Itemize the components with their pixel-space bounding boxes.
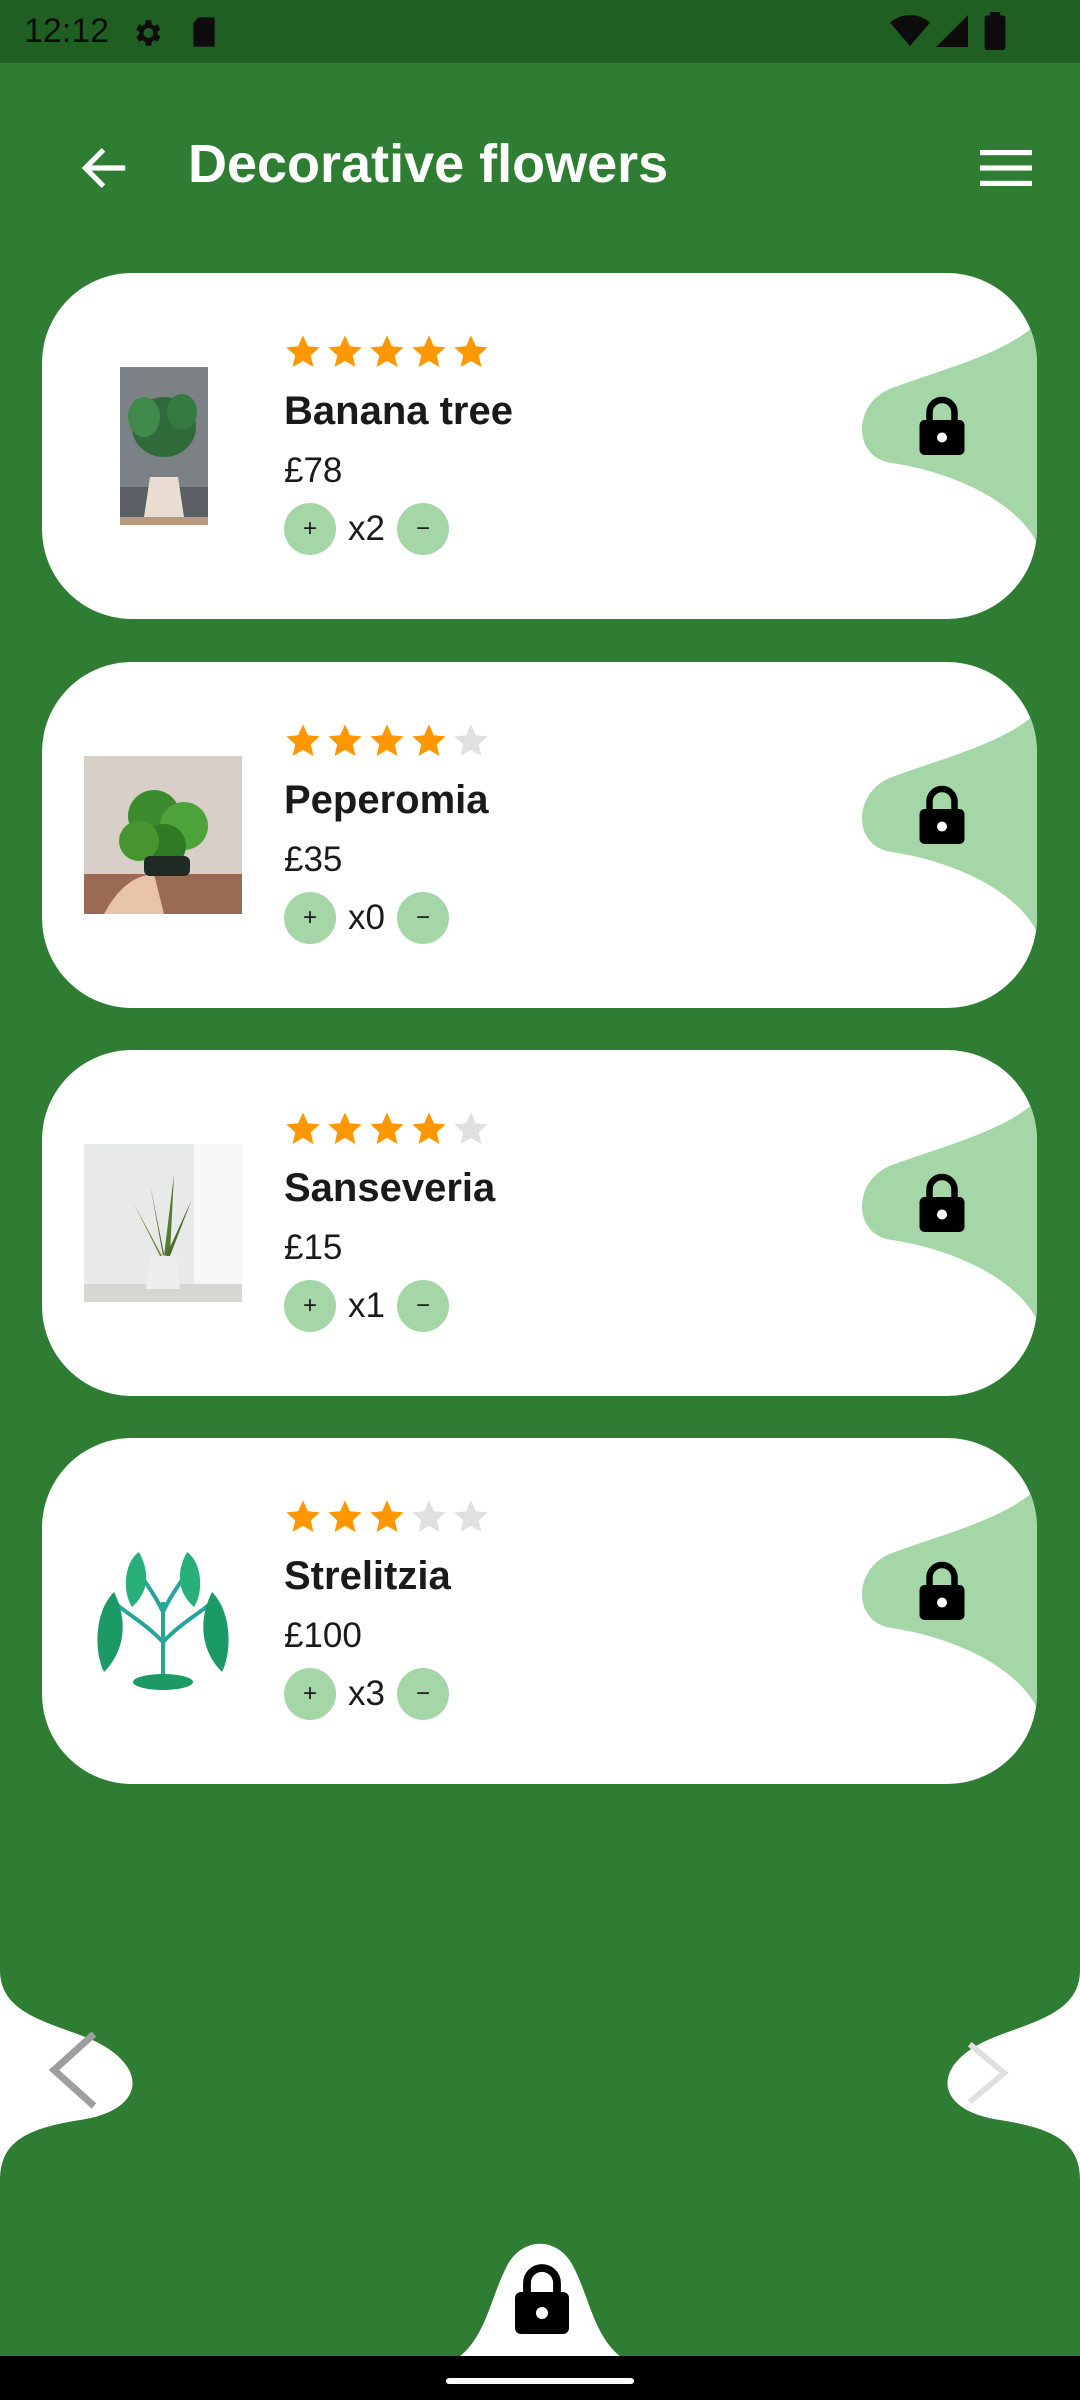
lock-icon[interactable] bbox=[512, 2262, 572, 2334]
product-card[interactable]: Strelitzia £100 + x3 − bbox=[42, 1438, 1037, 1784]
strelitzia-illustration bbox=[84, 1532, 242, 1690]
star-empty-icon bbox=[452, 1498, 490, 1536]
sd-card-icon bbox=[193, 17, 215, 47]
lock-icon[interactable] bbox=[917, 1560, 967, 1620]
product-name: Banana tree bbox=[284, 389, 513, 433]
star-filled-icon bbox=[326, 1498, 364, 1536]
lock-icon[interactable] bbox=[917, 395, 967, 455]
star-empty-icon bbox=[452, 1110, 490, 1148]
star-filled-icon bbox=[410, 1110, 448, 1148]
increment-button[interactable]: + bbox=[284, 892, 336, 944]
quantity-value: x1 bbox=[348, 1286, 385, 1325]
rating-stars bbox=[284, 722, 490, 760]
product-name: Sanseveria bbox=[284, 1166, 496, 1210]
star-filled-icon bbox=[368, 1110, 406, 1148]
product-price: £35 bbox=[284, 840, 343, 879]
star-filled-icon bbox=[284, 1110, 322, 1148]
quantity-stepper: + x0 − bbox=[284, 892, 449, 944]
star-filled-icon bbox=[326, 1110, 364, 1148]
star-filled-icon bbox=[284, 333, 322, 371]
star-filled-icon bbox=[326, 722, 364, 760]
star-empty-icon bbox=[410, 1498, 448, 1536]
product-card[interactable]: Banana tree £78 + x2 − bbox=[42, 273, 1037, 619]
star-filled-icon bbox=[410, 722, 448, 760]
quantity-value: x3 bbox=[348, 1674, 385, 1713]
star-filled-icon bbox=[368, 333, 406, 371]
product-name: Strelitzia bbox=[284, 1554, 451, 1598]
product-name: Peperomia bbox=[284, 778, 489, 822]
chevron-right-icon[interactable] bbox=[964, 2040, 1010, 2106]
snake-plant-image bbox=[84, 1144, 242, 1302]
menu-icon[interactable] bbox=[980, 148, 1032, 188]
star-filled-icon bbox=[284, 1498, 322, 1536]
quantity-value: x2 bbox=[348, 509, 385, 548]
settings-icon bbox=[136, 20, 161, 46]
battery-icon bbox=[984, 12, 1006, 50]
product-price: £100 bbox=[284, 1616, 362, 1655]
pagination-wave bbox=[0, 1970, 1080, 2180]
status-bar: 12:12 bbox=[0, 0, 1080, 63]
decrement-button[interactable]: − bbox=[396, 1280, 449, 1332]
rating-stars bbox=[284, 1498, 490, 1536]
star-filled-icon bbox=[368, 722, 406, 760]
star-filled-icon bbox=[284, 722, 322, 760]
decrement-button[interactable]: − bbox=[396, 503, 449, 555]
product-price: £15 bbox=[284, 1228, 343, 1267]
peperomia-plant-image bbox=[84, 756, 242, 914]
lock-icon[interactable] bbox=[917, 784, 967, 844]
wifi-icon bbox=[890, 15, 930, 46]
chevron-left-icon[interactable] bbox=[46, 2030, 102, 2110]
product-card[interactable]: Sanseveria £15 + x1 − bbox=[42, 1050, 1037, 1396]
product-card[interactable]: Peperomia £35 + x0 − bbox=[42, 662, 1037, 1008]
quantity-value: x0 bbox=[348, 898, 385, 937]
quantity-stepper: + x2 − bbox=[284, 503, 449, 555]
star-filled-icon bbox=[452, 333, 490, 371]
decrement-button[interactable]: − bbox=[396, 1668, 449, 1720]
star-empty-icon bbox=[452, 722, 490, 760]
status-time: 12:12 bbox=[24, 12, 110, 50]
product-price: £78 bbox=[284, 451, 343, 490]
quantity-stepper: + x3 − bbox=[284, 1668, 449, 1720]
decrement-button[interactable]: − bbox=[396, 892, 449, 944]
star-filled-icon bbox=[410, 333, 448, 371]
increment-button[interactable]: + bbox=[284, 1668, 336, 1720]
signal-icon bbox=[936, 15, 968, 47]
increment-button[interactable]: + bbox=[284, 1280, 336, 1332]
home-indicator[interactable] bbox=[446, 2378, 634, 2384]
rating-stars bbox=[284, 1110, 490, 1148]
star-filled-icon bbox=[368, 1498, 406, 1536]
lock-icon[interactable] bbox=[917, 1172, 967, 1232]
star-filled-icon bbox=[326, 333, 364, 371]
rating-stars bbox=[284, 333, 490, 371]
increment-button[interactable]: + bbox=[284, 503, 336, 555]
monstera-plant-image bbox=[84, 367, 242, 525]
quantity-stepper: + x1 − bbox=[284, 1280, 449, 1332]
page-title: Decorative flowers bbox=[188, 134, 669, 194]
arrow-left-icon[interactable] bbox=[76, 140, 132, 196]
